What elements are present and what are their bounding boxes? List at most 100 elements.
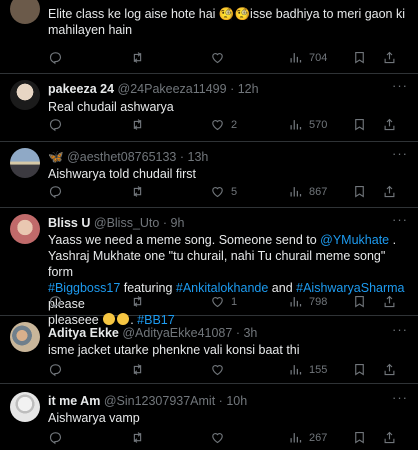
reply-button[interactable] [48,117,69,132]
reply-icon [48,184,63,199]
bookmark-icon [352,294,367,309]
share-icon [382,50,397,65]
share-button[interactable] [382,362,397,377]
like-icon [210,50,225,65]
author-name[interactable]: 🦋 [48,150,64,164]
retweet-button[interactable] [130,362,151,377]
bookmark-button[interactable] [352,117,367,132]
tweet-time[interactable]: 10h [226,394,247,408]
author-name[interactable]: Aditya Ekke [48,326,119,340]
reply-button[interactable] [48,50,69,65]
retweet-icon [130,430,145,445]
avatar[interactable] [10,80,40,110]
retweet-button[interactable] [130,50,151,65]
like-button[interactable] [210,362,231,377]
views-button[interactable]: 798 [288,294,327,309]
bookmark-button[interactable] [352,294,367,309]
more-icon[interactable]: ··· [392,78,408,93]
views-button[interactable]: 867 [288,184,327,199]
tweet-text: Yaass we need a meme song. Someone send … [48,233,405,327]
retweet-button[interactable] [130,184,151,199]
avatar[interactable] [10,392,40,422]
more-icon[interactable]: ··· [392,322,408,337]
author-handle[interactable]: @Bliss_Uto [94,216,160,230]
like-icon [210,294,225,309]
bookmark-button[interactable] [352,430,367,445]
like-icon [210,430,225,445]
retweet-button[interactable] [130,117,151,132]
author-handle[interactable]: @AdityaEkke41087 [122,326,232,340]
author-name[interactable]: Bliss U [48,216,90,230]
views-button[interactable]: 267 [288,430,327,445]
reply-button[interactable] [48,184,69,199]
reply-icon [48,117,63,132]
share-button[interactable] [382,294,397,309]
like-button[interactable]: 5 [210,184,237,199]
share-button[interactable] [382,430,397,445]
share-button[interactable] [382,50,397,65]
like-button[interactable]: 2 [210,117,237,132]
tweet-header: Aditya Ekke @AdityaEkke41087 · 3h [48,326,258,340]
tweet-time[interactable]: 9h [171,216,185,230]
tweet-time[interactable]: 3h [243,326,257,340]
share-icon [382,184,397,199]
views-button[interactable]: 570 [288,117,327,132]
like-button[interactable]: 1 [210,294,237,309]
more-icon[interactable]: ··· [392,390,408,405]
bookmark-icon [352,362,367,377]
reply-icon [48,362,63,377]
tweet-time[interactable]: 13h [188,150,209,164]
tweet-header: it me Am @Sin12307937Amit · 10h [48,394,248,408]
like-button[interactable] [210,50,231,65]
share-icon [382,430,397,445]
tweet-time[interactable]: 12h [238,82,259,96]
tweet[interactable]: Bliss U @Bliss_Uto · 9h ··· Yaass we nee… [0,208,418,327]
tweet[interactable]: it me Am @Sin12307937Amit · 10h ··· Aish… [0,384,418,450]
author-name[interactable]: pakeeza 24 [48,82,114,96]
share-button[interactable] [382,184,397,199]
avatar[interactable] [10,214,40,244]
reply-button[interactable] [48,362,69,377]
bookmark-button[interactable] [352,184,367,199]
tweet-text: isme jacket utarke phenkne vali konsi ba… [48,343,300,357]
avatar[interactable] [10,148,40,178]
views-button[interactable]: 704 [288,50,327,65]
hashtag-link[interactable]: #Biggboss17 [48,281,120,295]
bookmark-button[interactable] [352,362,367,377]
like-button[interactable] [210,430,231,445]
reply-icon [48,50,63,65]
like-icon [210,117,225,132]
bookmark-icon [352,430,367,445]
retweet-icon [130,362,145,377]
more-icon[interactable]: ··· [392,146,408,161]
reply-button[interactable] [48,430,69,445]
retweet-icon [130,50,145,65]
reply-button[interactable] [48,294,69,309]
tweet-text: Elite class ke log aise hote hai 🧐🧐isse … [48,7,406,37]
tweet[interactable]: pakeeza 24 @24Pakeeza11499 · 12h ··· Rea… [0,74,418,142]
share-button[interactable] [382,117,397,132]
tweet[interactable]: 🦋 @aesthet08765133 · 13h ··· Aishwarya t… [0,142,418,208]
views-icon [288,50,303,65]
tweet-actions: 704 [48,50,408,66]
author-name[interactable]: it me Am [48,394,100,408]
avatar[interactable] [10,322,40,352]
bookmark-button[interactable] [352,50,367,65]
more-icon[interactable]: ··· [392,212,408,227]
avatar[interactable] [10,0,40,24]
hashtag-link[interactable]: #Ankitalokhande [176,281,268,295]
views-button[interactable]: 155 [288,362,327,377]
author-handle[interactable]: @24Pakeeza11499 [118,82,227,96]
tweet-actions: 267 [48,430,408,446]
tweet-header: 🦋 @aesthet08765133 · 13h [48,150,209,164]
retweet-button[interactable] [130,294,151,309]
tweet[interactable]: Aditya Ekke @AdityaEkke41087 · 3h ··· is… [0,316,418,384]
author-handle[interactable]: @Sin12307937Amit [104,394,215,408]
tweet[interactable]: Elite class ke log aise hote hai 🧐🧐isse … [0,0,418,74]
author-handle[interactable]: @aesthet08765133 [67,150,176,164]
tweet-header: pakeeza 24 @24Pakeeza11499 · 12h [48,82,259,96]
hashtag-link[interactable]: #AishwaryaSharma [296,281,404,295]
retweet-button[interactable] [130,430,151,445]
mention-link[interactable]: @YMukhate [320,233,389,247]
retweet-icon [130,117,145,132]
